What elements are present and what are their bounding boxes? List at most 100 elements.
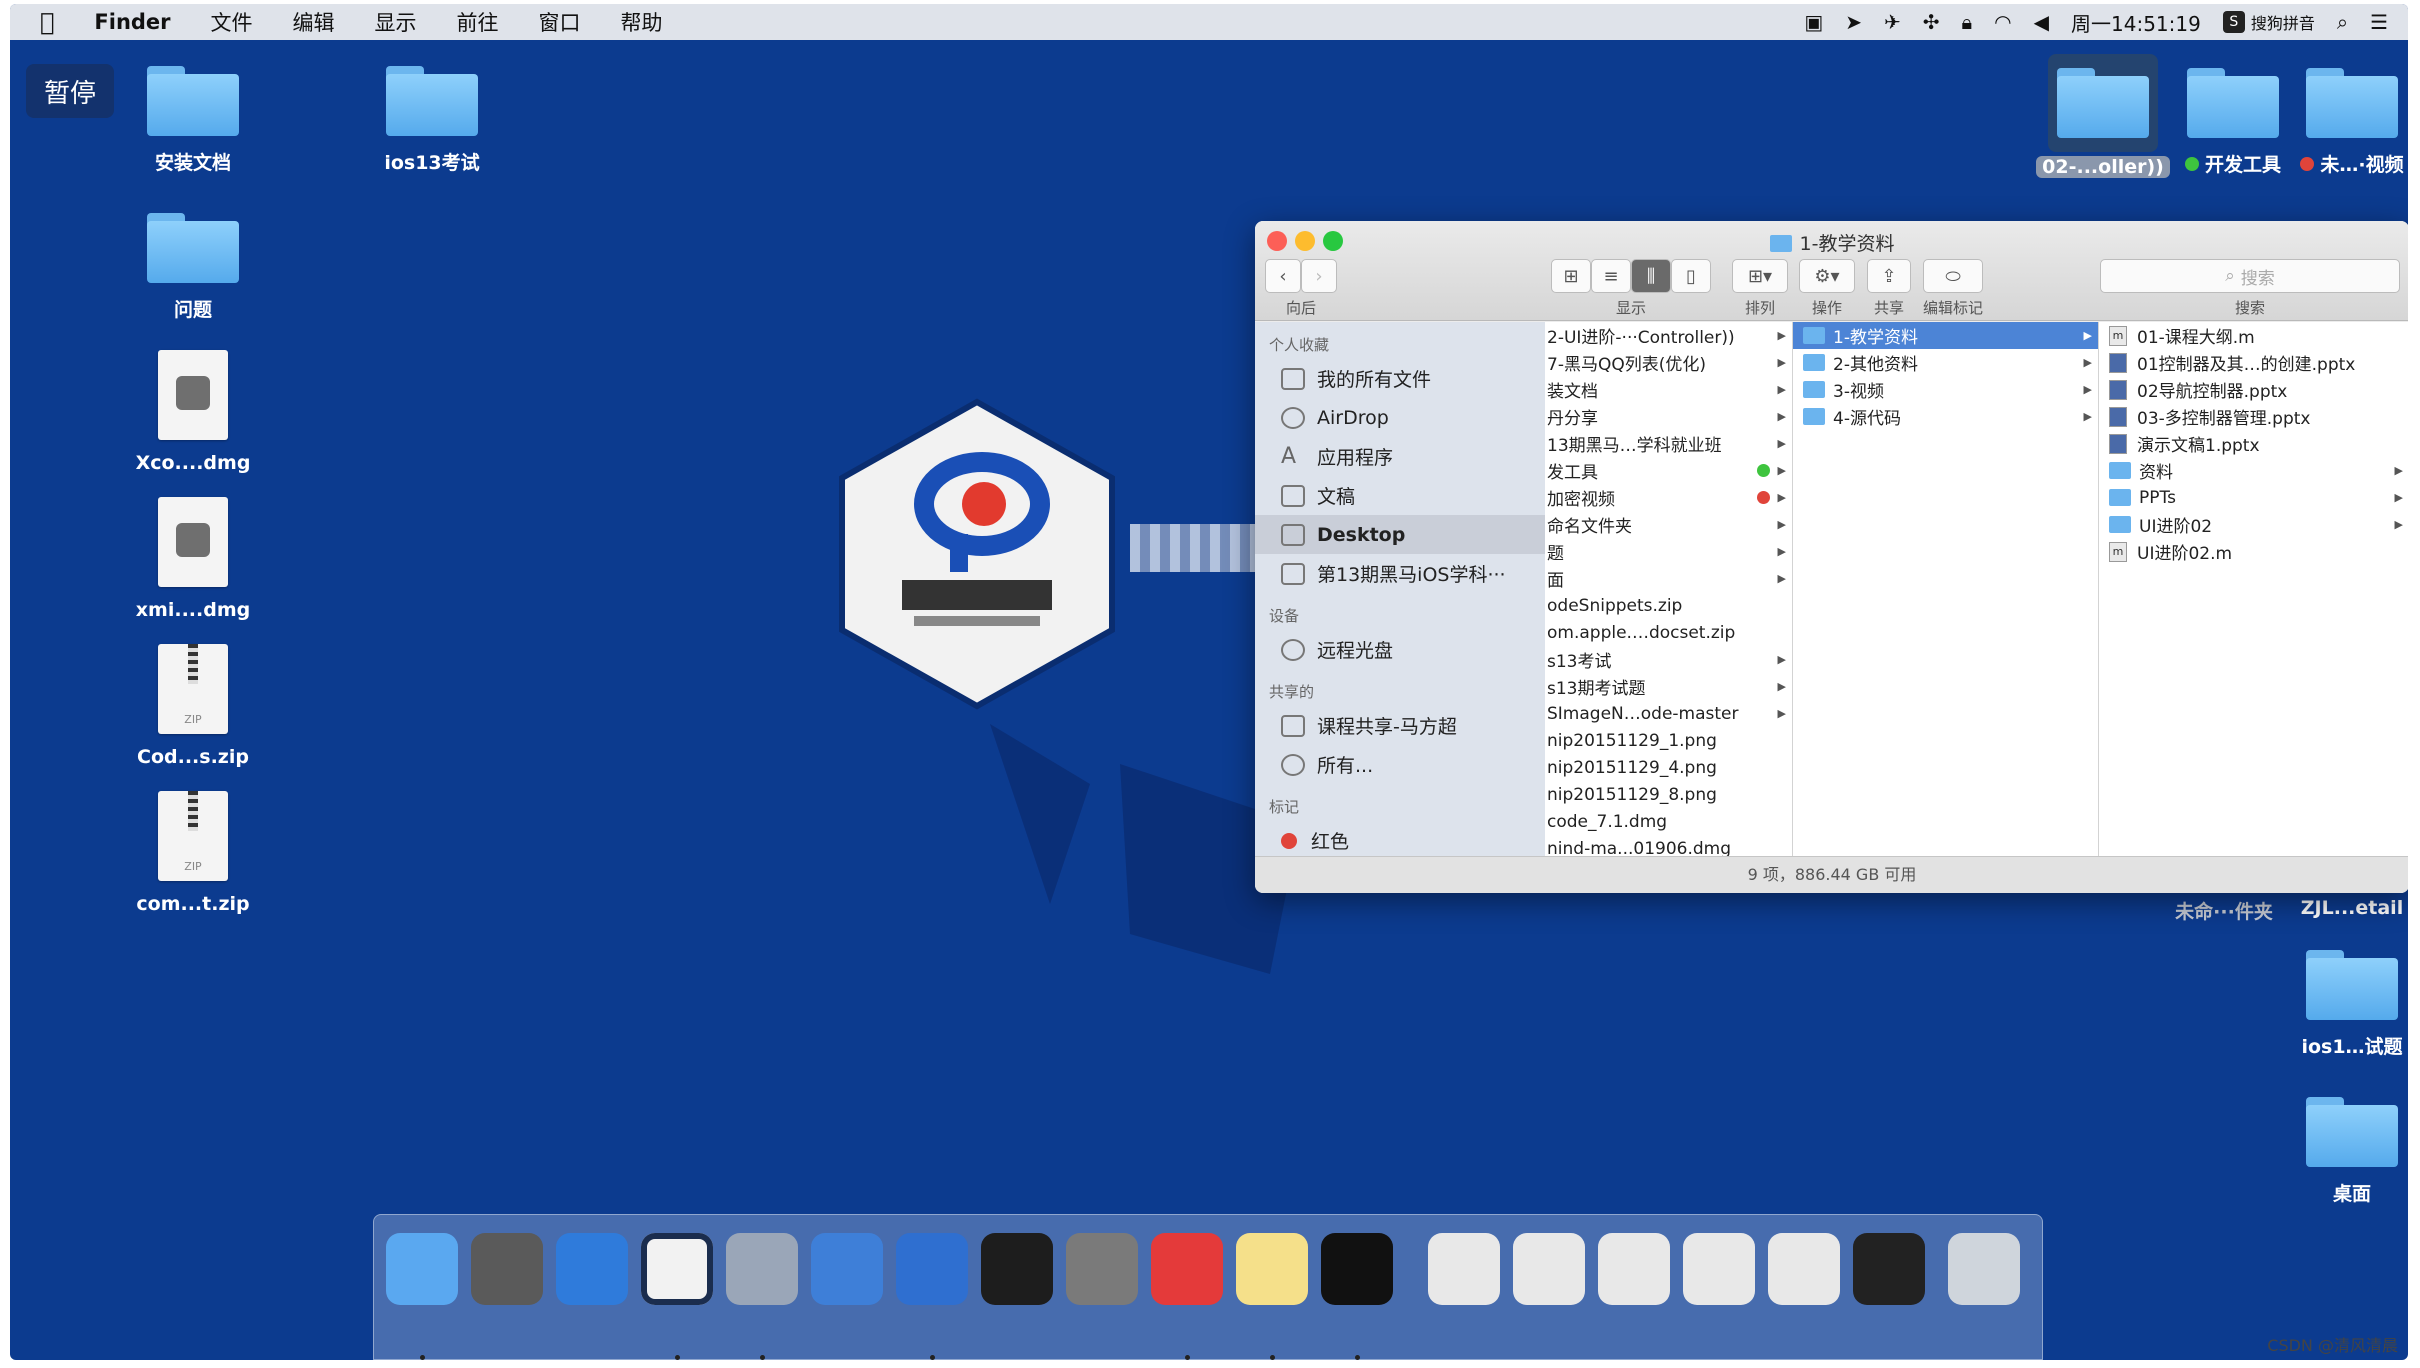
sidebar-item-shared-course[interactable]: 课程共享-马方超	[1255, 706, 1545, 745]
file-row[interactable]: 02导航控制器.pptx	[2099, 376, 2408, 403]
file-row[interactable]: SImageN…ode-master ▶	[1545, 700, 1792, 727]
safari-icon[interactable]	[556, 1233, 628, 1305]
desktop-icon-xcode-dmg[interactable]: Xco....dmg	[113, 350, 273, 474]
edit-tags-button[interactable]: ⬭	[1923, 259, 1983, 293]
sidebar-item-airdrop[interactable]: AirDrop	[1255, 398, 1545, 437]
file-row[interactable]: 题 ▶	[1545, 538, 1792, 565]
desktop-icon-encrypted-video[interactable]: 未…·视频	[2282, 68, 2408, 177]
icon-view-button[interactable]: ⊞	[1551, 259, 1591, 293]
menu-window[interactable]: 窗口	[539, 7, 581, 37]
file-row[interactable]: code_7.1.dmg	[1545, 808, 1792, 835]
doc5-icon[interactable]	[1768, 1233, 1840, 1305]
file-row[interactable]: nip20151129_1.png	[1545, 727, 1792, 754]
file-row[interactable]: UI进阶02 ▶	[2099, 511, 2408, 538]
menu-go[interactable]: 前往	[457, 7, 499, 37]
calculator-icon[interactable]	[1853, 1233, 1925, 1305]
system-preferences-icon[interactable]	[1066, 1233, 1138, 1305]
instruments-icon[interactable]	[896, 1233, 968, 1305]
file-row[interactable]: 13期黑马…学科就业班 ▶	[1545, 430, 1792, 457]
forward-button[interactable]: ›	[1301, 259, 1337, 293]
doc2-icon[interactable]	[1513, 1233, 1585, 1305]
screen-record-icon[interactable]: ▣	[1804, 10, 1823, 34]
file-row[interactable]: 丹分享 ▶	[1545, 403, 1792, 430]
desktop-icon-desktop[interactable]: 桌面	[2282, 1097, 2408, 1206]
file-row[interactable]: 命名文件夹 ▶	[1545, 511, 1792, 538]
sidebar-item-desktop[interactable]: Desktop	[1255, 515, 1545, 554]
desktop-icon-xmind-dmg[interactable]: xmi....dmg	[113, 497, 273, 621]
list-view-button[interactable]: ≡	[1591, 259, 1631, 293]
vpn-icon[interactable]: ✣	[1923, 10, 1940, 34]
console-icon[interactable]	[1321, 1233, 1393, 1305]
desktop-icon-questions[interactable]: 问题	[113, 213, 273, 322]
doc1-icon[interactable]	[1428, 1233, 1500, 1305]
file-row[interactable]: nind-ma...01906.dmg	[1545, 835, 1792, 857]
file-row[interactable]: 资料 ▶	[2099, 457, 2408, 484]
xmind-icon[interactable]	[1151, 1233, 1223, 1305]
ime-indicator[interactable]: S 搜狗拼音	[2222, 10, 2315, 34]
sidebar-item-documents[interactable]: 文稿	[1255, 476, 1545, 515]
sidebar-item-course-folder[interactable]: 第13期黑马iOS学科···	[1255, 554, 1545, 593]
wifi-icon[interactable]: ◠	[1994, 10, 2011, 34]
file-row[interactable]: nip20151129_8.png	[1545, 781, 1792, 808]
file-row[interactable]: 1-教学资料 ▶	[1793, 322, 2098, 349]
file-row[interactable]: s13考试 ▶	[1545, 646, 1792, 673]
sidebar-item-all-files[interactable]: 我的所有文件	[1255, 359, 1545, 398]
doc4-icon[interactable]	[1683, 1233, 1755, 1305]
menu-edit[interactable]: 编辑	[293, 7, 335, 37]
file-row[interactable]: 加密视频 ▶	[1545, 484, 1792, 511]
file-row[interactable]: s13期考试题 ▶	[1545, 673, 1792, 700]
menu-finder[interactable]: Finder	[94, 10, 170, 34]
search-field[interactable]: ⌕ 搜索	[2100, 259, 2400, 293]
file-row[interactable]: 3-视频 ▶	[1793, 376, 2098, 403]
menu-help[interactable]: 帮助	[621, 7, 663, 37]
file-row[interactable]: 2-UI进阶-···Controller)) ▶	[1545, 322, 1792, 349]
file-row[interactable]: 01控制器及其…的创建.pptx	[2099, 349, 2408, 376]
file-row[interactable]: 面 ▶	[1545, 565, 1792, 592]
menu-view[interactable]: 显示	[375, 7, 417, 37]
file-row[interactable]: 7-黑马QQ列表(优化) ▶	[1545, 349, 1792, 376]
file-row[interactable]: 演示文稿1.pptx	[2099, 430, 2408, 457]
sidebar-item-remote-disc[interactable]: 远程光盘	[1255, 630, 1545, 669]
column-view-button[interactable]: ⫼	[1631, 259, 1671, 293]
xcode-icon[interactable]	[811, 1233, 883, 1305]
sidebar-item-applications[interactable]: A 应用程序	[1255, 437, 1545, 476]
trash-icon[interactable]	[1948, 1233, 2020, 1305]
terminal-icon[interactable]	[981, 1233, 1053, 1305]
photo-slideshow-icon[interactable]	[726, 1233, 798, 1305]
file-row[interactable]: nip20151129_4.png	[1545, 754, 1792, 781]
finder-window[interactable]: 1-教学资料 ‹ › 向后 ⊞ ≡ ⫼ ▯ 显示 ⊞▾ 排列 ⚙▾ 操作 ⇪ 共…	[1255, 221, 2408, 893]
desktop-icon-02-controller[interactable]: 02-...oller))	[2033, 54, 2173, 178]
arrange-button[interactable]: ⊞▾	[1732, 259, 1788, 293]
desktop-icon-ios13-exam[interactable]: ios13考试	[352, 66, 512, 175]
file-row[interactable]: 发工具 ▶	[1545, 457, 1792, 484]
spotlight-icon[interactable]: ⌕	[2337, 10, 2348, 34]
coverflow-view-button[interactable]: ▯	[1671, 259, 1711, 293]
finder-icon[interactable]	[386, 1233, 458, 1305]
clock[interactable]: 周一14:51:19	[2071, 8, 2201, 37]
desktop-icon-codesnippets-zip[interactable]: ZIP Cod...s.zip	[113, 644, 273, 768]
desktop-icon-zjl-detail[interactable]: ZJL...etail	[2282, 897, 2408, 919]
menu-file[interactable]: 文件	[211, 7, 253, 37]
launchpad-icon[interactable]	[471, 1233, 543, 1305]
finder-titlebar[interactable]: 1-教学资料 ‹ › 向后 ⊞ ≡ ⫼ ▯ 显示 ⊞▾ 排列 ⚙▾ 操作 ⇪ 共…	[1255, 221, 2408, 321]
desktop-icon-install-docs[interactable]: 安装文档	[113, 66, 273, 175]
volume-icon[interactable]: ◀	[2034, 10, 2049, 34]
doc3-icon[interactable]	[1598, 1233, 1670, 1305]
file-row[interactable]: om.apple.…docset.zip	[1545, 619, 1792, 646]
file-row[interactable]: odeSnippets.zip	[1545, 592, 1792, 619]
file-row[interactable]: m 01-课程大纲.m	[2099, 322, 2408, 349]
file-row[interactable]: 03-多控制器管理.pptx	[2099, 403, 2408, 430]
lock-icon[interactable]: 🔒︎	[1962, 10, 1973, 34]
notes-icon[interactable]	[1236, 1233, 1308, 1305]
file-row[interactable]: m UI进阶02.m	[2099, 538, 2408, 565]
airplane-icon[interactable]: ✈	[1884, 10, 1901, 34]
sidebar-item-tag-red[interactable]: 红色	[1255, 821, 1545, 856]
desktop-icon-untitled-folder[interactable]: 未命···件夹	[2154, 897, 2294, 924]
apple-menu-icon[interactable]: 	[40, 8, 54, 36]
action-button[interactable]: ⚙▾	[1799, 259, 1855, 293]
mouse-icon[interactable]	[641, 1233, 713, 1305]
file-row[interactable]: 4-源代码 ▶	[1793, 403, 2098, 430]
share-button[interactable]: ⇪	[1867, 259, 1911, 293]
desktop-icon-ios1-exam[interactable]: ios1…试题	[2282, 950, 2408, 1059]
pause-button[interactable]: 暂停	[26, 64, 114, 118]
